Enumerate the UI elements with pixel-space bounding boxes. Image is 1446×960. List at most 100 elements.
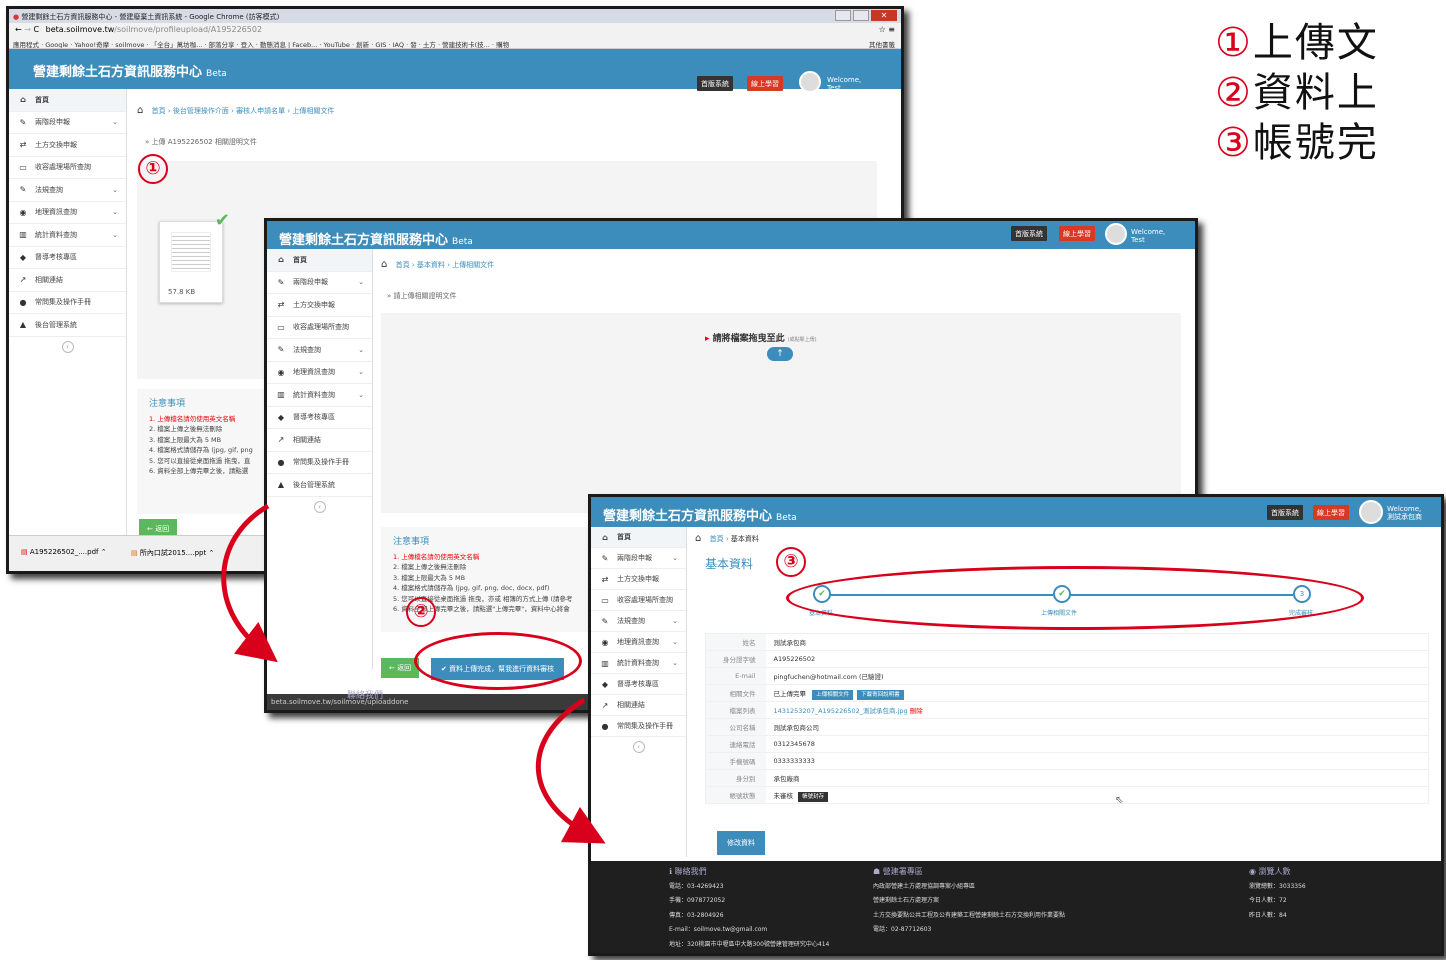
sidebar-collapse-icon[interactable]: ‹ bbox=[313, 500, 326, 513]
sidebar-item-audit[interactable]: ◆ 督導考核專區 bbox=[591, 674, 686, 695]
footer-link[interactable]: 營建剩餘土石方處理方案 bbox=[873, 894, 1065, 909]
sidebar-item-stats[interactable]: ▥ 統計資料查詢 ⌄ bbox=[267, 384, 372, 407]
download-item-ppt[interactable]: ▤ 所內口試2015....ppt ⌃ bbox=[131, 548, 214, 558]
sidebar-item-links[interactable]: ↗ 相關連結 bbox=[591, 695, 686, 716]
avatar[interactable] bbox=[799, 71, 821, 93]
sidebar-item-declare[interactable]: ✎ 兩階段申報 ⌄ bbox=[591, 548, 686, 569]
sidebar-collapse-icon[interactable]: ‹ bbox=[61, 340, 74, 353]
user-menu[interactable]: Welcome, 測試承包商 bbox=[1387, 505, 1422, 521]
url-field[interactable]: beta.soilmove.tw/soilmove/profileupload/… bbox=[46, 25, 262, 34]
breadcrumb-item[interactable]: 首頁 bbox=[396, 261, 410, 269]
sidebar-item-faq[interactable]: ● 常問集及操作手冊 bbox=[591, 716, 686, 737]
avatar[interactable] bbox=[1359, 500, 1383, 524]
sidebar-collapse-icon[interactable]: ‹ bbox=[632, 741, 645, 753]
bookmark-item[interactable]: 動態消息 | Faceb... bbox=[260, 41, 317, 48]
sidebar-item-faq[interactable]: ● 常問集及操作手冊 bbox=[267, 452, 372, 474]
file-link[interactable]: 1431253207_A195226502_測試承包商.jpg bbox=[774, 707, 908, 715]
sidebar-item-geo[interactable]: ◉ 地理資訊查詢 ⌄ bbox=[267, 362, 372, 384]
sidebar-item-law[interactable]: ✎ 法規查詢 ⌄ bbox=[591, 611, 686, 632]
sidebar-item-declare[interactable]: ✎ 兩階段申報 ⌄ bbox=[9, 112, 126, 134]
delete-link[interactable]: 刪除 bbox=[910, 707, 923, 715]
sidebar-item-links[interactable]: ↗ 相關連結 bbox=[9, 269, 126, 292]
footer-visitors: ◉ 瀏覽人數 瀏覽總數：3033356 今日人數：72 昨日人數：84 bbox=[1249, 867, 1306, 919]
page-title: 基本資料 bbox=[705, 557, 754, 571]
system-button[interactable]: 首版系統 bbox=[697, 76, 733, 91]
bookmark-item[interactable]: 發 bbox=[410, 41, 417, 48]
sidebar-item-home[interactable]: ⌂ 首頁 bbox=[9, 89, 126, 112]
drop-zone[interactable]: ▸ 請將檔案拖曳至此 (或點擊上傳) ↑ bbox=[381, 313, 1181, 513]
bookmark-item[interactable]: 創新 bbox=[356, 41, 369, 48]
sidebar-item-facility[interactable]: ▭ 收容處理場所查詢 bbox=[9, 157, 126, 179]
download-item-pdf[interactable]: ▤ A195226502_....pdf ⌃ bbox=[21, 548, 107, 556]
upload-docs-button[interactable]: 上傳相關文件 bbox=[812, 690, 854, 700]
learning-button[interactable]: 線上學習 bbox=[1313, 505, 1349, 520]
back-arrow-icon[interactable]: ← bbox=[15, 25, 22, 34]
account-archive-button[interactable]: 帳號封存 bbox=[798, 792, 829, 802]
bookmark-item[interactable]: 部落分享 bbox=[209, 41, 235, 48]
sidebar-item-home[interactable]: ⌂ 首頁 bbox=[267, 249, 372, 272]
site-brand[interactable]: 營建剩餘土石方資訊服務中心 Beta bbox=[603, 505, 797, 524]
footer-link[interactable]: 土方交換要點公共工程及公有建築工程營建剩餘土石方交換利用作業要點 bbox=[873, 909, 1065, 924]
sidebar-item-law[interactable]: ✎ 法規查詢 ⌄ bbox=[9, 179, 126, 202]
sitemap-icon: ☗ bbox=[873, 867, 881, 876]
user-menu[interactable]: Welcome, Test bbox=[827, 76, 861, 92]
step-marker-3: ③ bbox=[776, 547, 806, 577]
sidebar-item-exchange[interactable]: ⇄ 土方交換申報 bbox=[9, 134, 126, 157]
sidebar-item-law[interactable]: ✎ 法規查詢 ⌄ bbox=[267, 339, 372, 362]
download-guide-button[interactable]: 下載寄回說明書 bbox=[857, 690, 904, 700]
sidebar-item-admin[interactable]: ▲ 後台管理系統 bbox=[9, 314, 126, 337]
learning-button[interactable]: 線上學習 bbox=[1059, 226, 1095, 241]
sidebar-item-geo[interactable]: ◉ 地理資訊查詢 ⌄ bbox=[591, 632, 686, 653]
avatar[interactable] bbox=[1105, 223, 1127, 245]
bookmark-item[interactable]: 「全台」萬坊咖... bbox=[151, 41, 203, 48]
system-button[interactable]: 首版系統 bbox=[1267, 505, 1303, 520]
breadcrumb-item[interactable]: 後台管理操作介面 bbox=[173, 107, 229, 115]
menu-icon[interactable]: ☆ ≡ bbox=[879, 25, 895, 34]
sidebar-item-audit[interactable]: ◆ 督導考核專區 bbox=[267, 407, 372, 429]
sidebar-item-declare[interactable]: ✎ 兩階段申報 ⌄ bbox=[267, 272, 372, 294]
reload-icon[interactable]: C bbox=[34, 25, 40, 34]
breadcrumb-item[interactable]: 首頁 bbox=[152, 107, 166, 115]
bookmark-item[interactable]: 登入 bbox=[241, 41, 254, 48]
forward-arrow-icon[interactable]: → bbox=[24, 25, 31, 34]
site-brand[interactable]: 營建剩餘土石方資訊服務中心 Beta bbox=[33, 61, 227, 80]
edit-profile-button[interactable]: 修改資料 bbox=[717, 831, 765, 855]
sidebar-item-faq[interactable]: ● 常問集及操作手冊 bbox=[9, 292, 126, 314]
breadcrumb-item[interactable]: 基本資料 bbox=[417, 261, 445, 269]
bookmark-item[interactable]: soilmove bbox=[115, 41, 144, 48]
sidebar-item-facility[interactable]: ▭ 收容處理場所查詢 bbox=[267, 317, 372, 339]
site-brand[interactable]: 營建剩餘土石方資訊服務中心 Beta bbox=[279, 229, 473, 248]
bookmark-item[interactable]: 土方 bbox=[423, 41, 436, 48]
bookmark-item[interactable]: 應用程式 bbox=[13, 41, 39, 48]
user-menu[interactable]: Welcome, Test bbox=[1131, 228, 1165, 244]
breadcrumb-item: 上傳相關文件 bbox=[452, 261, 495, 269]
minimize-window-button[interactable] bbox=[835, 10, 851, 21]
sidebar-item-stats[interactable]: ▥ 統計資料查詢 ⌄ bbox=[591, 653, 686, 674]
sidebar-item-audit[interactable]: ◆ 督導考核專區 bbox=[9, 247, 126, 269]
bookmark-item[interactable]: GIS bbox=[375, 41, 386, 48]
maximize-window-button[interactable] bbox=[853, 10, 869, 21]
sidebar-item-admin[interactable]: ▲ 後台管理系統 bbox=[267, 474, 372, 497]
sidebar-item-stats[interactable]: ▥ 統計資料查詢 ⌄ bbox=[9, 224, 126, 247]
bookmark-item[interactable]: IAQ bbox=[393, 41, 404, 48]
footer-link[interactable]: 內政部營建土方處理協調專案小組專區 bbox=[873, 880, 1065, 895]
bookmark-item[interactable]: Yahoo!奇摩 bbox=[74, 41, 109, 48]
sidebar-item-exchange[interactable]: ⇄ 土方交換申報 bbox=[267, 294, 372, 317]
other-bookmarks[interactable]: 其他書籤 bbox=[869, 39, 895, 48]
bookmark-item[interactable]: 購物 bbox=[496, 41, 509, 48]
system-button[interactable]: 首版系統 bbox=[1011, 226, 1047, 241]
sidebar-item-home[interactable]: ⌂ 首頁 bbox=[591, 527, 686, 548]
bookmark-item[interactable]: YouTube bbox=[324, 41, 350, 48]
sidebar-item-exchange[interactable]: ⇄ 土方交換申報 bbox=[591, 569, 686, 590]
bookmark-item[interactable]: 營建技術卡(技... bbox=[442, 41, 490, 48]
learning-button[interactable]: 線上學習 bbox=[747, 76, 783, 91]
chevron-down-icon: ⌄ bbox=[672, 659, 678, 667]
cloud-upload-icon: ↑ bbox=[767, 347, 793, 361]
sidebar-item-facility[interactable]: ▭ 收容處理場所查詢 bbox=[591, 590, 686, 611]
close-window-button[interactable]: ✕ bbox=[871, 10, 897, 21]
breadcrumb-item[interactable]: 審核人申請名單 bbox=[236, 107, 285, 115]
sidebar-item-links[interactable]: ↗ 相關連結 bbox=[267, 429, 372, 452]
breadcrumb-item[interactable]: 首頁 bbox=[710, 535, 724, 543]
sidebar-item-geo[interactable]: ◉ 地理資訊查詢 ⌄ bbox=[9, 202, 126, 224]
bookmark-item[interactable]: Google bbox=[45, 41, 68, 48]
